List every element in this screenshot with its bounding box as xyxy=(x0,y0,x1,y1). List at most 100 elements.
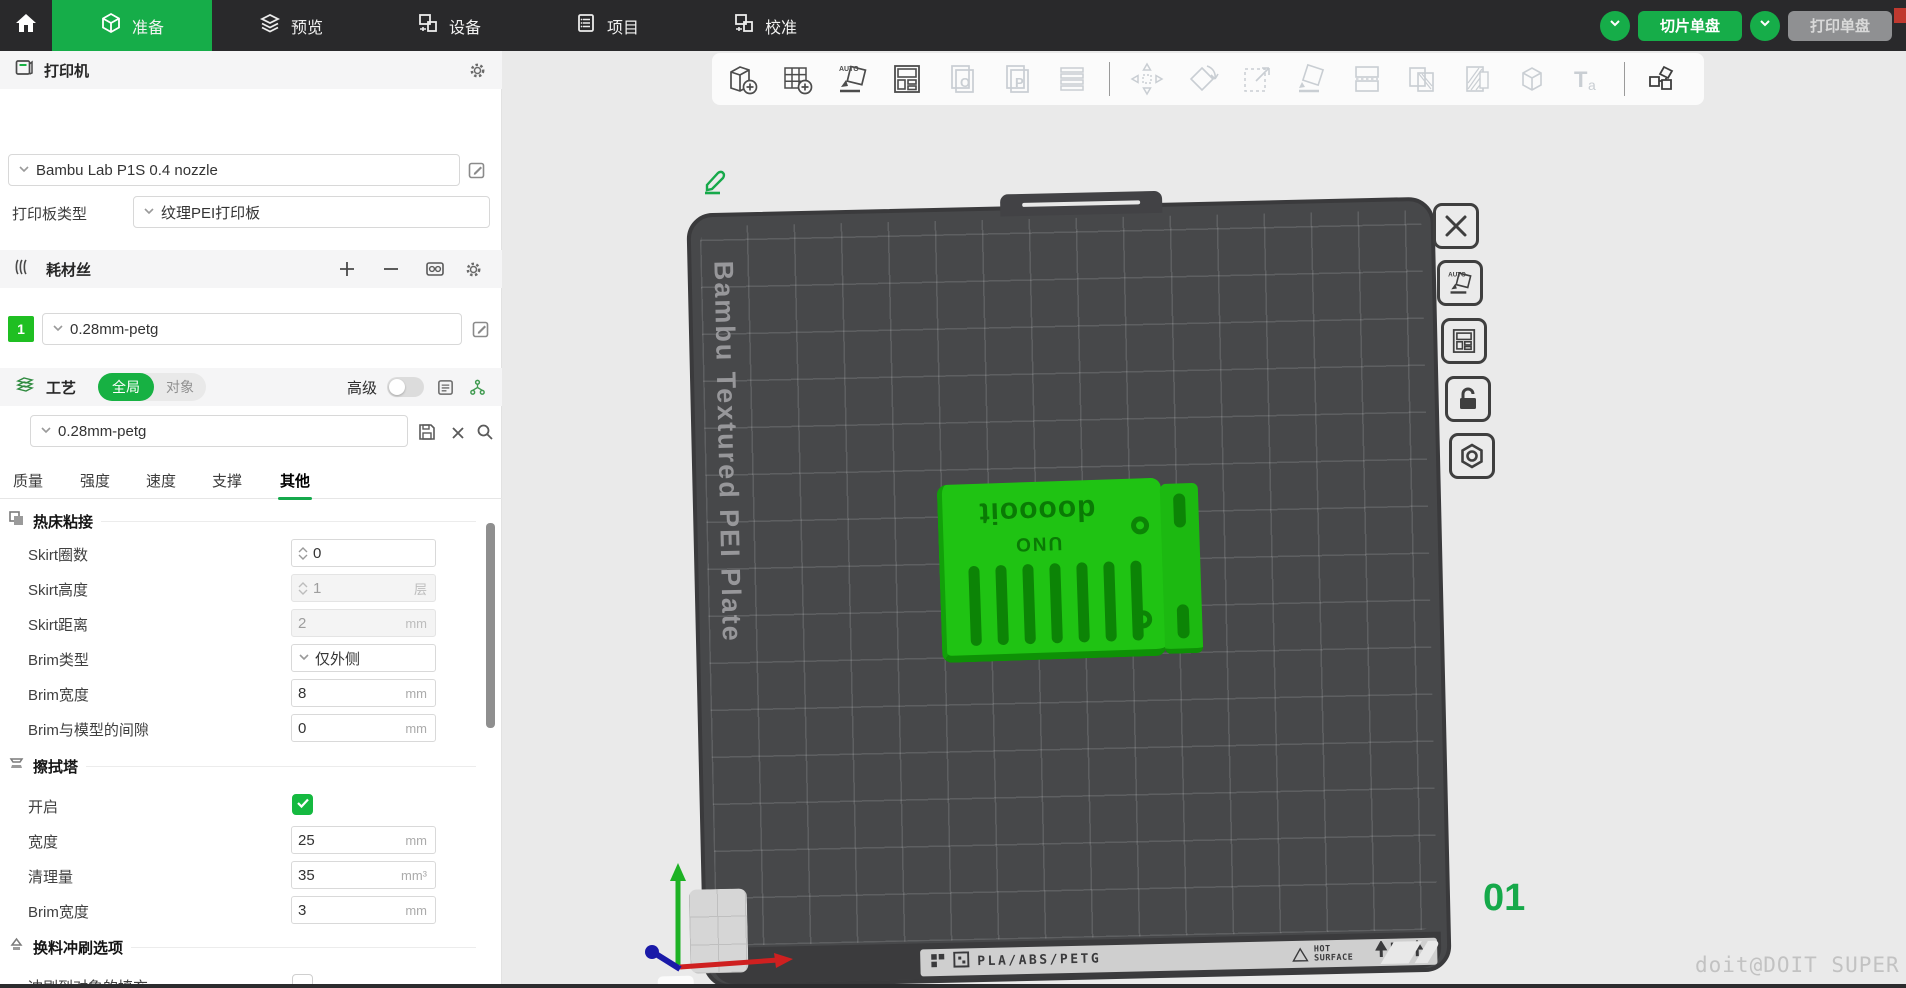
filament-icon xyxy=(14,258,36,281)
move-icon[interactable] xyxy=(1125,57,1169,101)
mesh-boolean-icon[interactable] xyxy=(1510,57,1554,101)
home-icon xyxy=(14,11,38,40)
scope-global[interactable]: 全局 xyxy=(98,373,154,401)
brim-width-input[interactable]: 8 mm xyxy=(291,679,436,707)
print-dropdown-button[interactable] xyxy=(1750,11,1780,41)
printer-edit-icon[interactable] xyxy=(466,159,488,181)
param-row: Brim与模型的间隙 0 mm xyxy=(0,714,486,744)
scope-object[interactable]: 对象 xyxy=(154,377,206,397)
tab-calibration[interactable]: 校准 xyxy=(686,0,844,51)
tab-label: 项目 xyxy=(607,14,639,38)
spinner-icon[interactable] xyxy=(298,547,308,560)
plate-number[interactable]: 01 xyxy=(1483,877,1525,920)
text-icon[interactable]: Ta xyxy=(1565,57,1609,101)
printer-settings-gear-icon[interactable] xyxy=(466,59,488,81)
mirror-icon[interactable] xyxy=(1345,57,1389,101)
tab-device[interactable]: 设备 xyxy=(370,0,528,51)
prime-tower-brim-width-input[interactable]: 3 mm xyxy=(291,896,436,924)
filament-edit-icon[interactable] xyxy=(470,318,492,340)
auto-orient-icon[interactable]: AUTO xyxy=(830,57,874,101)
plate-material-text: PLA/ABS/PETG xyxy=(977,951,1101,969)
filament-preset-combo[interactable]: 0.28mm-petg xyxy=(42,313,462,345)
add-filament-icon[interactable] xyxy=(336,258,358,280)
advanced-label: 高级 xyxy=(347,377,377,398)
add-plate-icon[interactable] xyxy=(775,57,819,101)
clear-search-icon[interactable] xyxy=(447,422,469,444)
model-flange[interactable] xyxy=(1160,483,1204,654)
plate-type-label: 打印板类型 xyxy=(12,203,87,224)
lock-plate-button[interactable] xyxy=(1445,376,1491,422)
prime-tower-icon xyxy=(8,755,25,777)
printer-preset-combo[interactable]: Bambu Lab P1S 0.4 nozzle xyxy=(8,154,460,186)
process-preset-search-combo[interactable]: 0.28mm-petg xyxy=(30,415,408,447)
bambu-logo-icon xyxy=(930,952,945,972)
brim-object-gap-input[interactable]: 0 mm xyxy=(291,714,436,742)
model-vent-slot xyxy=(968,566,982,646)
rotate-icon[interactable] xyxy=(1180,57,1224,101)
variable-layer-height-icon[interactable] xyxy=(1050,57,1094,101)
tab-support[interactable]: 支撑 xyxy=(212,470,242,491)
scale-icon[interactable] xyxy=(1235,57,1279,101)
plate-type-value: 纹理PEI打印板 xyxy=(161,202,260,223)
lay-on-face-icon[interactable] xyxy=(1290,57,1334,101)
tab-speed[interactable]: 速度 xyxy=(146,470,176,491)
split-to-parts-icon[interactable]: P xyxy=(995,57,1039,101)
filament-settings-gear-icon[interactable] xyxy=(462,258,484,280)
model-vent-slot xyxy=(1076,562,1090,642)
build-plate[interactable]: Bambu Textured PEI Plate dooooit UNO xyxy=(686,197,1451,988)
scope-toggle[interactable]: 全局 对象 xyxy=(98,373,206,401)
tab-quality[interactable]: 质量 xyxy=(13,470,43,491)
param-row: Skirt圈数 0 xyxy=(0,539,486,569)
skirt-loops-input[interactable]: 0 xyxy=(291,539,436,567)
svg-text:a: a xyxy=(1588,77,1596,93)
param-row: Brim类型 仅外侧 xyxy=(0,644,486,674)
model-vent-slot xyxy=(1049,563,1063,643)
device-icon xyxy=(417,12,439,39)
advanced-toggle[interactable] xyxy=(387,377,424,397)
param-row: 开启 xyxy=(0,791,486,821)
plate-type-combo[interactable]: 纹理PEI打印板 xyxy=(133,196,490,228)
tab-preview[interactable]: 预览 xyxy=(212,0,370,51)
split-to-objects-icon[interactable]: O xyxy=(940,57,984,101)
cut-icon[interactable] xyxy=(1400,57,1444,101)
svg-text:O: O xyxy=(960,75,970,90)
save-preset-icon[interactable] xyxy=(416,421,438,443)
prime-tower-enable-checkbox[interactable] xyxy=(292,794,313,815)
prime-tower-width-input[interactable]: 25 mm xyxy=(291,826,436,854)
arrange-plate-button[interactable] xyxy=(1441,318,1487,364)
model-screw-hole xyxy=(1134,610,1153,629)
tab-label: 准备 xyxy=(132,14,164,38)
arrange-icon[interactable] xyxy=(885,57,929,101)
print-plate-button[interactable]: 打印单盘 xyxy=(1788,11,1892,41)
tab-prepare[interactable]: 准备 xyxy=(52,0,212,51)
assembly-view-icon[interactable] xyxy=(1640,57,1684,101)
add-model-icon[interactable] xyxy=(720,57,764,101)
sidebar-scrollbar[interactable] xyxy=(486,523,495,728)
tab-project[interactable]: 项目 xyxy=(528,0,686,51)
hot-surface-warning: HOTSURFACE xyxy=(1291,944,1354,963)
plate-settings-button[interactable] xyxy=(1449,433,1495,479)
paint-icon[interactable] xyxy=(1455,57,1499,101)
toolbar-separator xyxy=(1109,62,1110,96)
auto-orient-plate-button[interactable]: AUTO xyxy=(1437,260,1483,306)
viewport-3d[interactable]: AUTO O P xyxy=(503,51,1906,988)
search-icon[interactable] xyxy=(474,421,496,443)
param-tree-icon[interactable] xyxy=(466,376,488,398)
calibration-icon xyxy=(733,12,755,39)
brim-type-select[interactable]: 仅外侧 xyxy=(291,644,436,672)
edit-plate-name-icon[interactable] xyxy=(699,166,729,201)
delete-plate-button[interactable] xyxy=(1433,203,1479,249)
slice-plate-button[interactable]: 切片单盘 xyxy=(1638,11,1742,41)
slice-dropdown-button[interactable] xyxy=(1600,11,1630,41)
param-list-icon[interactable] xyxy=(434,376,456,398)
ams-sync-icon[interactable] xyxy=(424,258,446,280)
tab-strength[interactable]: 强度 xyxy=(80,470,110,491)
model-object[interactable]: dooooit UNO xyxy=(937,478,1167,663)
process-section-header: 工艺 全局 对象 高级 xyxy=(0,368,502,406)
process-preset-value: 0.28mm-petg xyxy=(58,423,146,440)
chevron-down-icon xyxy=(1758,16,1772,35)
purge-volume-input[interactable]: 35 mm³ xyxy=(291,861,436,889)
remove-filament-icon[interactable] xyxy=(380,258,402,280)
home-button[interactable] xyxy=(0,0,52,51)
tab-others[interactable]: 其他 xyxy=(280,470,310,491)
